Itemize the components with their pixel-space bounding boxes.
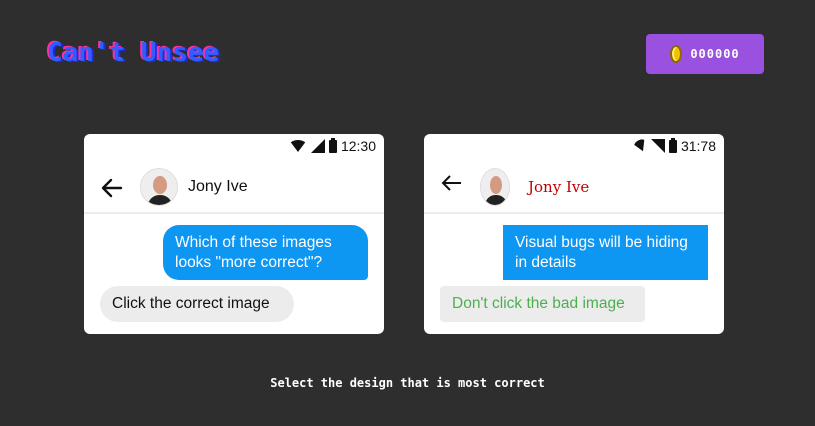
contact-name: Jony Ive [188,178,248,195]
app-logo: Can't Unsee [47,38,220,68]
avatar [480,168,510,206]
coin-count: 000000 [690,47,740,61]
coin-icon [670,45,683,63]
battery-icon [328,137,337,153]
incoming-message: Don't click the bad image [440,286,645,322]
back-arrow-icon [101,178,123,198]
outgoing-message: Visual bugs will be hiding in details [503,225,708,280]
signal-icon [650,139,665,153]
chat-header: Jony Ive [424,162,724,214]
battery-icon [668,137,677,153]
back-arrow-icon [441,175,461,191]
status-bar: 12:30 [288,137,376,154]
signal-icon [310,139,325,153]
chat-header: Jony Ive [84,162,384,214]
status-time: 31:78 [680,138,716,154]
coin-counter: 000000 [646,34,764,74]
status-bar: 31:78 [631,137,716,155]
avatar [140,168,178,206]
design-option-right[interactable]: 31:78 Jony Ive Visual bugs will be hidin… [424,134,724,334]
outgoing-message: Which of these images looks "more correc… [163,225,368,280]
wifi-icon [631,137,649,155]
wifi-icon [288,140,307,152]
instruction-text: Select the design that is most correct [270,376,545,390]
status-time: 12:30 [340,138,376,154]
design-option-left[interactable]: 12:30 Jony Ive Which of these images loo… [84,134,384,334]
incoming-message: Click the correct image [100,286,294,322]
contact-name: Jony Ive [528,178,590,196]
